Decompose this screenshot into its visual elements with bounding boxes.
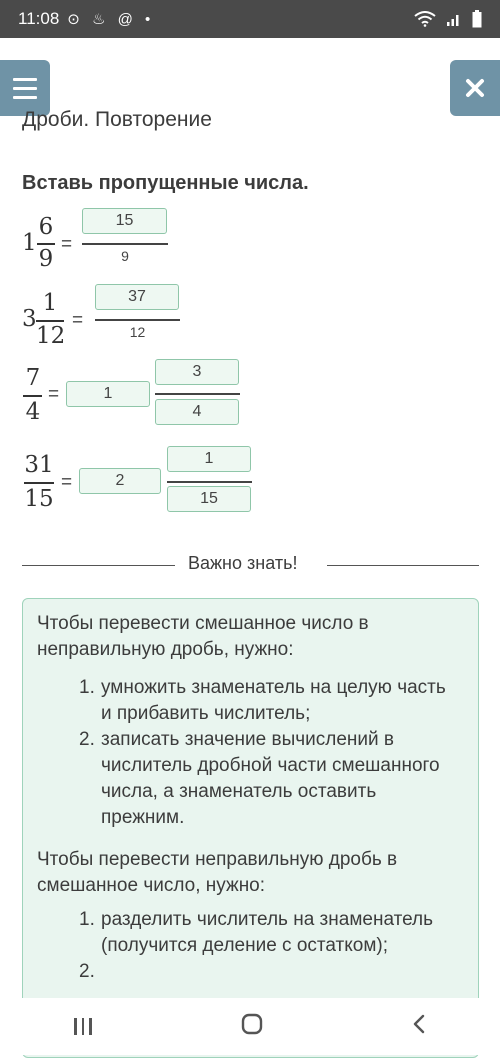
wifi-icon [414,11,436,27]
answer-denominator-input[interactable]: 15 [167,486,251,512]
menu-icon-bar [13,77,37,81]
fraction-denominator: 12 [36,323,66,349]
back-icon[interactable] [412,1014,426,1039]
answer-numerator-input[interactable]: 15 [82,208,167,234]
list-item: 1. умножить знаменатель на целую часть и … [79,675,449,727]
answer-whole-input[interactable]: 2 [79,468,161,494]
mixed-whole: 1 [22,230,37,256]
list-number: 2. [79,729,95,750]
info-paragraph-2: Чтобы перевести неправильную дробь в сме… [37,849,398,896]
close-icon [466,79,484,97]
fraction-denominator: 4 [25,399,41,425]
fraction-bar [24,482,54,484]
notification-icons: ⊙ ♨ @ • [67,11,155,28]
fraction-denominator: 15 [24,486,54,512]
status-bar: 11:08 ⊙ ♨ @ • [0,0,500,38]
fraction-numerator: 1 [42,290,58,316]
info-paragraph-1: Чтобы перевести смешанное число в неправ… [37,613,369,660]
answer-numerator-input[interactable]: 37 [95,284,179,310]
equals-sign: = [48,384,60,405]
fraction-numerator: 31 [24,452,54,478]
equals-sign: = [61,472,73,493]
home-icon[interactable] [241,1013,263,1040]
list-item: 2. записать значение вычислений в числите… [79,727,449,831]
fraction-numerator: 6 [38,214,54,240]
list-number: 2. [79,961,95,982]
answer-fraction-bar [155,393,240,395]
fraction-denominator: 9 [38,246,54,272]
fraction-bar [23,395,42,397]
mixed-whole: 3 [22,306,37,332]
answer-fraction-bar [95,319,180,321]
battery-icon [472,10,482,28]
answer-fraction-bar [82,243,168,245]
recent-apps-icon[interactable] [74,1018,92,1035]
answer-denominator-input[interactable]: 4 [155,399,239,425]
answer-whole-input[interactable]: 1 [66,381,150,407]
list-number: 1. [79,909,95,930]
menu-icon-bar [13,95,37,99]
list-text: умножить знаменатель на целую часть и пр… [101,677,446,724]
page-title: Дроби. Повторение [22,108,212,131]
list-number: 1. [79,677,95,698]
divider-label: Важно знать! [188,553,298,573]
close-button[interactable] [450,60,500,116]
signal-icon [446,11,462,27]
answer-numerator-input[interactable]: 3 [155,359,239,385]
task-title: Вставь пропущенные числа. [22,172,309,194]
menu-icon-bar [13,86,37,90]
divider-line-right [327,565,479,566]
info-list-2: 1. разделить числитель на знаменатель (по… [79,907,449,982]
system-nav-bar [0,998,500,1055]
equals-sign: = [61,234,73,255]
answer-denominator: 9 [121,248,129,264]
fraction-bar [37,243,55,245]
info-list-1: 1. умножить знаменатель на целую часть и … [79,675,449,831]
info-box: Чтобы перевести смешанное число в неправ… [22,598,479,1058]
status-time: 11:08 [18,9,60,28]
fraction-numerator: 7 [25,365,41,391]
list-item: 1. разделить числитель на знаменатель (по… [79,907,449,959]
list-text: разделить числитель на знаменатель (полу… [101,909,434,956]
answer-denominator: 12 [129,324,146,340]
fraction-bar [36,320,64,322]
list-text: записать значение вычислений в числитель… [101,729,440,828]
answer-fraction-bar [167,481,252,483]
equals-sign: = [72,310,84,331]
answer-numerator-input[interactable]: 1 [167,446,251,472]
divider-line-left [22,565,175,566]
